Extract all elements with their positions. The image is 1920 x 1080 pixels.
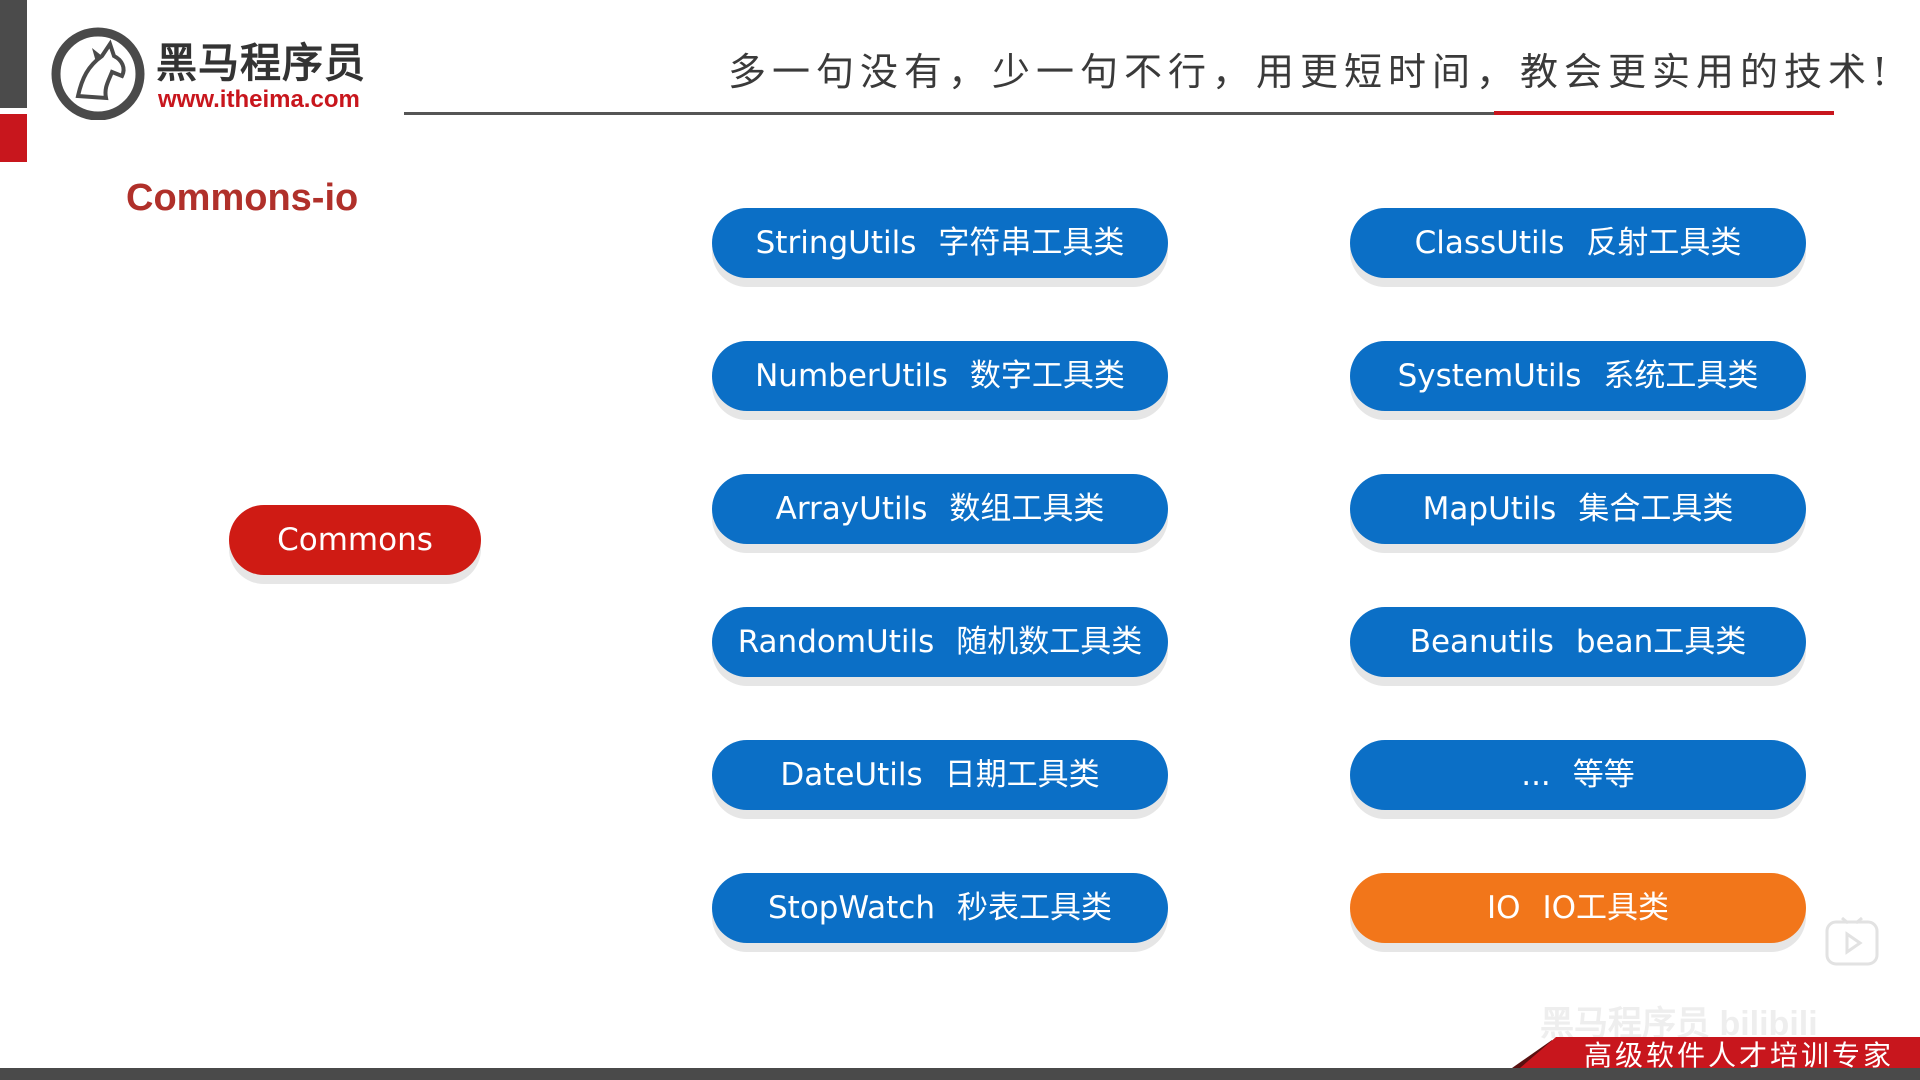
util-name: NumberUtils bbox=[755, 358, 948, 394]
util-desc: bean工具类 bbox=[1575, 624, 1747, 660]
util-node-maputils: MapUtils 集合工具类 bbox=[1350, 474, 1806, 544]
util-node-numberutils: NumberUtils 数字工具类 bbox=[712, 341, 1168, 411]
horse-head-logo-icon bbox=[51, 27, 145, 120]
edge-accent-dark bbox=[0, 0, 27, 108]
util-name: DateUtils bbox=[780, 757, 923, 793]
util-name: StringUtils bbox=[755, 225, 917, 261]
header-divider-accent bbox=[1494, 111, 1834, 115]
edge-accent-red bbox=[0, 114, 27, 162]
util-node-randomutils: RandomUtils 随机数工具类 bbox=[712, 607, 1168, 677]
util-name: MapUtils bbox=[1422, 491, 1557, 527]
play-icon[interactable] bbox=[1824, 914, 1880, 968]
page-title: Commons-io bbox=[126, 177, 359, 219]
util-node-dateutils: DateUtils 日期工具类 bbox=[712, 740, 1168, 810]
util-desc: 数字工具类 bbox=[969, 358, 1125, 394]
util-desc: 等等 bbox=[1572, 757, 1635, 793]
logo-url: www.itheima.com bbox=[158, 86, 360, 113]
util-node-arrayutils: ArrayUtils 数组工具类 bbox=[712, 474, 1168, 544]
util-desc: IO工具类 bbox=[1542, 890, 1670, 926]
util-node-etc: ... 等等 bbox=[1350, 740, 1806, 810]
util-desc: 集合工具类 bbox=[1578, 491, 1734, 527]
util-desc: 日期工具类 bbox=[944, 757, 1100, 793]
root-node-commons: Commons bbox=[229, 505, 481, 575]
util-name: ClassUtils bbox=[1414, 225, 1565, 261]
bottom-bar bbox=[0, 1068, 1920, 1080]
util-node-stopwatch: StopWatch 秒表工具类 bbox=[712, 873, 1168, 943]
logo-brand-name: 黑马程序员 bbox=[156, 39, 366, 87]
util-name: Beanutils bbox=[1409, 624, 1554, 660]
util-desc: 秒表工具类 bbox=[957, 890, 1112, 926]
util-desc: 数组工具类 bbox=[949, 491, 1105, 527]
util-name: SystemUtils bbox=[1397, 358, 1582, 394]
util-desc: 系统工具类 bbox=[1603, 358, 1759, 394]
util-desc: 反射工具类 bbox=[1586, 225, 1742, 261]
util-node-io: IO IO工具类 bbox=[1350, 873, 1806, 943]
header-slogan: 多一句没有，少一句不行，用更短时间，教会更实用的技术! bbox=[728, 50, 1894, 94]
util-name: RandomUtils bbox=[737, 624, 935, 660]
util-name: IO bbox=[1486, 890, 1521, 926]
util-node-beanutils: Beanutils bean工具类 bbox=[1350, 607, 1806, 677]
util-desc: 随机数工具类 bbox=[956, 624, 1143, 660]
util-desc: 字符串工具类 bbox=[938, 225, 1125, 261]
util-name: ArrayUtils bbox=[775, 491, 928, 527]
util-name: ... bbox=[1521, 757, 1551, 793]
util-node-classutils: ClassUtils 反射工具类 bbox=[1350, 208, 1806, 278]
header-divider bbox=[404, 112, 1494, 115]
util-node-systemutils: SystemUtils 系统工具类 bbox=[1350, 341, 1806, 411]
util-name: StopWatch bbox=[768, 890, 935, 926]
util-node-stringutils: StringUtils 字符串工具类 bbox=[712, 208, 1168, 278]
root-node-label: Commons bbox=[277, 522, 433, 558]
